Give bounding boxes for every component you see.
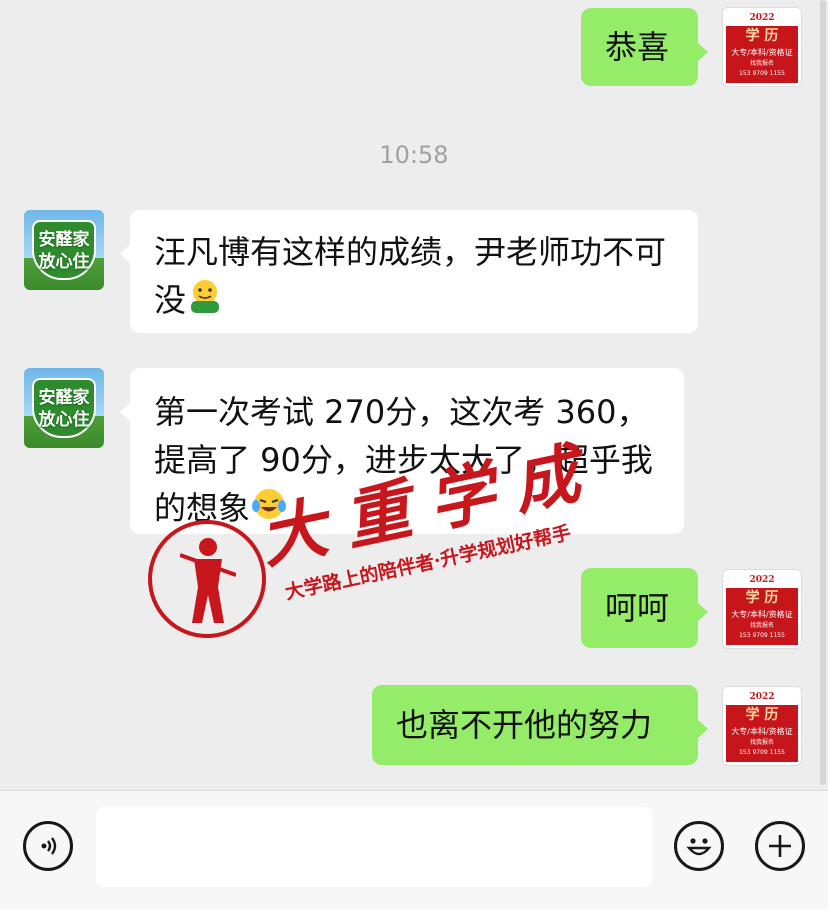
avatar-cta: 找我报名 [749,739,774,746]
avatar-phone: 153 9709 1155 [739,749,785,756]
avatar-subtitle: 大专/本科/资格证 [731,727,793,736]
message-bubble-mine[interactable]: 也离不开他的努力 [372,685,708,765]
my-avatar[interactable]: 2022 学 历 大专/本科/资格证 找我报名 153 9709 1155 [722,686,802,766]
avatar-subtitle: 大专/本科/资格证 [731,610,793,619]
avatar-year: 2022 [723,687,801,707]
message-text: 第一次考试 270分，这次考 360，提高了 90分，进步太大了，超乎我的想象 [154,393,653,527]
avatar-title: 学 历 [745,707,779,723]
message-input[interactable] [96,807,652,887]
avatar-line2: 放心住 [38,252,90,272]
message-bubble-mine[interactable]: 恭喜 [581,8,708,86]
chat-area[interactable]: 恭喜 2022 学 历 大专/本科/资格证 找我报名 153 9709 1155… [0,0,828,790]
message-text: 呵呵 [605,589,670,627]
avatar-line1: 安醛家 [38,388,90,408]
avatar-badge: 学 历 大专/本科/资格证 找我报名 153 9709 1155 [726,705,798,762]
input-bar [0,790,828,909]
runner-figure-icon [180,538,236,623]
my-avatar[interactable]: 2022 学 历 大专/本科/资格证 找我报名 153 9709 1155 [722,569,802,649]
avatar-year: 2022 [723,8,801,28]
avatar-phone: 153 9709 1155 [739,70,785,77]
message-text: 汪凡博有这样的成绩，尹老师功不可没 [154,233,667,319]
avatar-title: 学 历 [745,590,779,606]
avatar-title: 学 历 [745,28,779,44]
avatar-badge: 学 历 大专/本科/资格证 找我报名 153 9709 1155 [726,26,798,83]
watermark-circle [148,520,266,638]
message-bubble-mine[interactable]: 呵呵 [581,568,708,648]
message-text: 恭喜 [605,28,670,66]
message-bubble-contact[interactable]: 汪凡博有这样的成绩，尹老师功不可没 [120,210,698,333]
crying-laughing-face-icon [250,486,288,535]
avatar-badge: 学 历 大专/本科/资格证 找我报名 153 9709 1155 [726,588,798,645]
timestamp: 10:58 [379,141,449,169]
emoji-icon[interactable] [674,821,724,871]
message-text: 也离不开他的努力 [396,706,653,744]
message-bubble-contact[interactable]: 第一次考试 270分，这次考 360，提高了 90分，进步太大了，超乎我的想象 [120,368,684,535]
avatar-year: 2022 [723,570,801,590]
contact-avatar[interactable]: 安醛家 放心住 [24,210,104,290]
plus-icon[interactable] [755,821,805,871]
voice-icon[interactable] [23,821,73,871]
contact-avatar[interactable]: 安醛家 放心住 [24,368,104,448]
hugging-face-icon [186,277,224,328]
avatar-subtitle: 大专/本科/资格证 [731,48,793,57]
scrollbar[interactable] [820,0,826,785]
avatar-line1: 安醛家 [38,230,90,250]
avatar-phone: 153 9709 1155 [739,632,785,639]
avatar-cta: 找我报名 [749,622,774,629]
avatar-line2: 放心住 [38,410,90,430]
avatar-cta: 找我报名 [749,60,774,67]
my-avatar[interactable]: 2022 学 历 大专/本科/资格证 找我报名 153 9709 1155 [722,7,802,87]
